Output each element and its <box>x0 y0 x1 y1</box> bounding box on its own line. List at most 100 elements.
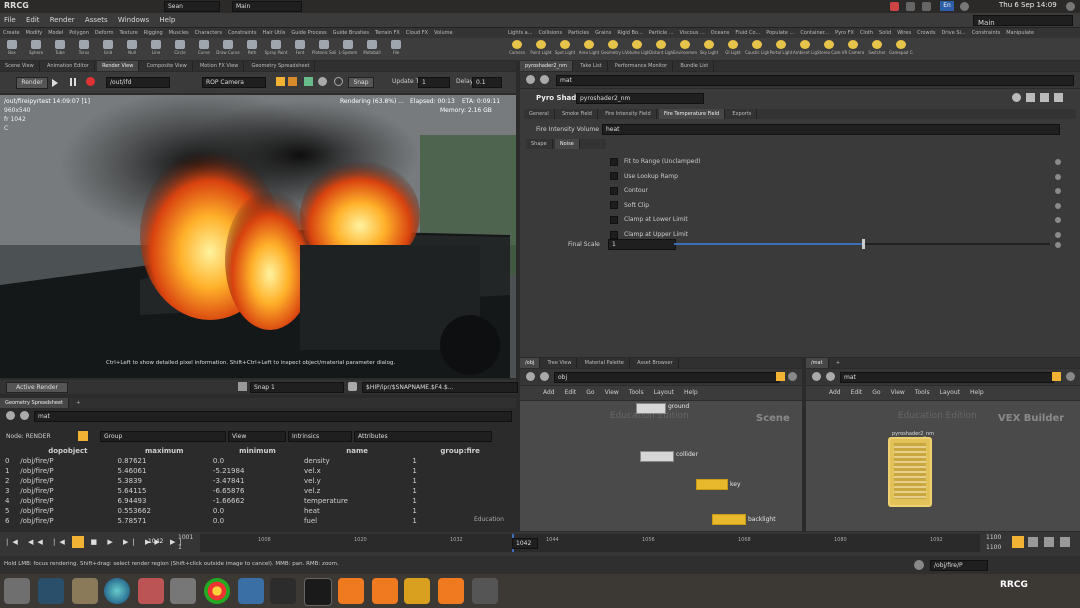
magnify-icon[interactable] <box>334 77 343 86</box>
tool-volume-light[interactable]: Volume Light <box>625 38 649 60</box>
tool-tube[interactable]: Tube <box>48 38 72 60</box>
desk-dropdown[interactable]: Main <box>973 15 1073 27</box>
checkbox[interactable] <box>610 186 618 195</box>
net-right-link-icon[interactable] <box>1066 372 1075 381</box>
lock-icon[interactable] <box>1054 93 1063 102</box>
net-left-canvas[interactable]: Education Edition Scene ground collider … <box>520 401 802 531</box>
net-menu-view[interactable]: View <box>886 386 910 400</box>
net-menu-go[interactable]: Go <box>867 386 885 400</box>
view-dropdown[interactable]: View <box>228 431 286 442</box>
shelf-tab-crowds[interactable]: Crowds <box>914 28 938 38</box>
shelf-tab-drive-si[interactable]: Drive Si... <box>938 28 968 38</box>
tool-gamepad-camera[interactable]: Gamepad Camera <box>889 38 913 60</box>
shelf-tab-grains[interactable]: Grains <box>592 28 614 38</box>
node-ground[interactable] <box>636 403 666 414</box>
net-left-link-icon[interactable] <box>788 372 797 381</box>
app-icon-red[interactable] <box>138 578 164 604</box>
tool-path[interactable]: Path <box>240 38 264 60</box>
add-tab-icon[interactable]: + <box>71 398 85 408</box>
nuke-icon[interactable] <box>404 578 430 604</box>
tool-portal-light[interactable]: Portal Light <box>769 38 793 60</box>
key-icon[interactable] <box>1012 536 1024 548</box>
node-backlight[interactable] <box>712 514 746 525</box>
net-menu-add[interactable]: Add <box>538 386 560 400</box>
tab-geometry-spreadsheet[interactable]: Geometry Spreadsheet <box>246 61 316 71</box>
column-header[interactable] <box>4 446 19 456</box>
play-icon[interactable] <box>52 79 58 87</box>
column-header[interactable]: name <box>303 446 411 456</box>
net-menu-layout[interactable]: Layout <box>649 386 679 400</box>
param-tab-fire-temperature[interactable]: Fire Temperature Field <box>658 109 726 119</box>
active-render-button[interactable]: Active Render <box>6 382 68 393</box>
global-anim-icon[interactable] <box>1060 537 1070 547</box>
tool-metaball[interactable]: Metaball <box>360 38 384 60</box>
param-back-icon[interactable] <box>526 75 535 84</box>
column-header[interactable]: minimum <box>212 446 303 456</box>
shelf-tab-oceans[interactable]: Oceans <box>708 28 733 38</box>
table-row[interactable]: 6/obj/fire/P 5.78571 0.0 fuel 1 <box>4 516 509 526</box>
snapshot-icon[interactable] <box>288 77 297 86</box>
shelf-tab-hair-utils[interactable]: Hair Utils <box>259 28 288 38</box>
tool-line[interactable]: Line <box>144 38 168 60</box>
vex-node-pyroshader[interactable] <box>888 437 932 507</box>
tool-file[interactable]: File <box>384 38 408 60</box>
menu-file[interactable]: File <box>0 13 20 27</box>
tool-font[interactable]: Font <box>288 38 312 60</box>
column-header[interactable]: dopobject <box>19 446 116 456</box>
net-tab-asset-browser[interactable]: Asset Browser <box>632 358 679 368</box>
shelf-tab-volume[interactable]: Volume <box>431 28 456 38</box>
column-header[interactable]: maximum <box>117 446 212 456</box>
checkbox-row-use-lookup-ramp[interactable]: Use Lookup Ramp <box>610 172 678 182</box>
shelf-tab-polygon[interactable]: Polygon <box>66 28 92 38</box>
tab-bundle-list[interactable]: Bundle List <box>675 61 715 71</box>
shelf-tab-particles[interactable]: Particles <box>565 28 592 38</box>
checkbox[interactable] <box>610 201 618 210</box>
param-tab-exports[interactable]: Exports <box>727 109 758 119</box>
tab-animation-editor[interactable]: Animation Editor <box>42 61 95 71</box>
spreadsheet-path[interactable]: mat <box>34 411 512 422</box>
shelf-tab-guide-process[interactable]: Guide Process <box>288 28 329 38</box>
help-icon[interactable] <box>1026 93 1035 102</box>
shelf-tab-wires[interactable]: Wires <box>894 28 914 38</box>
param-path-field[interactable]: mat <box>556 75 1074 86</box>
net-right-forward-icon[interactable] <box>826 372 835 381</box>
shelf-tab-cloth[interactable]: Cloth <box>857 28 876 38</box>
tab-take-list[interactable]: Take List <box>575 61 608 71</box>
intrinsics-dropdown[interactable]: Intrinsics <box>288 431 352 442</box>
desktop-dropdown[interactable]: Main <box>232 1 302 12</box>
tool-torus[interactable]: Torus <box>72 38 96 60</box>
clock[interactable]: Thu 6 Sep 14:09 <box>999 1 1057 9</box>
menu-windows[interactable]: Windows <box>114 13 153 27</box>
net-tab-mat[interactable]: /mat <box>806 358 829 368</box>
param-tab-general[interactable]: General <box>524 109 555 119</box>
houdini-icon-3[interactable] <box>438 578 464 604</box>
tool-gi-light[interactable]: GI Light <box>721 38 745 60</box>
tool-caustic-light[interactable]: Caustic Light <box>745 38 769 60</box>
net-menu-add[interactable]: Add <box>824 386 846 400</box>
snap-button[interactable]: Snap <box>348 77 374 88</box>
menu-help[interactable]: Help <box>155 13 179 27</box>
net-right-path[interactable]: mat <box>840 372 1054 383</box>
net-tab-tree-view[interactable]: Tree View <box>543 358 578 368</box>
net-menu-go[interactable]: Go <box>581 386 599 400</box>
shelf-tab-container[interactable]: Container... <box>797 28 832 38</box>
net-left-forward-icon[interactable] <box>540 372 549 381</box>
tab-geometry-spreadsheet-2[interactable]: Geometry Spreadsheet <box>0 398 70 408</box>
monitor-icon[interactable] <box>38 578 64 604</box>
shelf-tab-create[interactable]: Create <box>0 28 23 38</box>
checkbox-row-clamp-at-lower-limit[interactable]: Clamp at Lower Limit <box>610 215 688 225</box>
checkbox-row-soft-clip[interactable]: Soft Clip <box>610 201 649 211</box>
shelf-tab-deform[interactable]: Deform <box>92 28 117 38</box>
param-gear-icon[interactable] <box>1055 217 1061 224</box>
net-menu-edit[interactable]: Edit <box>846 386 868 400</box>
snap-field[interactable]: Snap 1 <box>250 382 344 393</box>
checkbox[interactable] <box>610 172 618 181</box>
net-menu-layout[interactable]: Layout <box>935 386 965 400</box>
tool-sky-light[interactable]: Sky Light <box>697 38 721 60</box>
snapshot-list-icon[interactable] <box>238 382 247 391</box>
menu-assets[interactable]: Assets <box>81 13 112 27</box>
param-tab-smoke-field[interactable]: Smoke Field <box>557 109 598 119</box>
houdini-icon-2[interactable] <box>372 578 398 604</box>
tool-curve[interactable]: Curve <box>192 38 216 60</box>
tool-circle[interactable]: Circle <box>168 38 192 60</box>
